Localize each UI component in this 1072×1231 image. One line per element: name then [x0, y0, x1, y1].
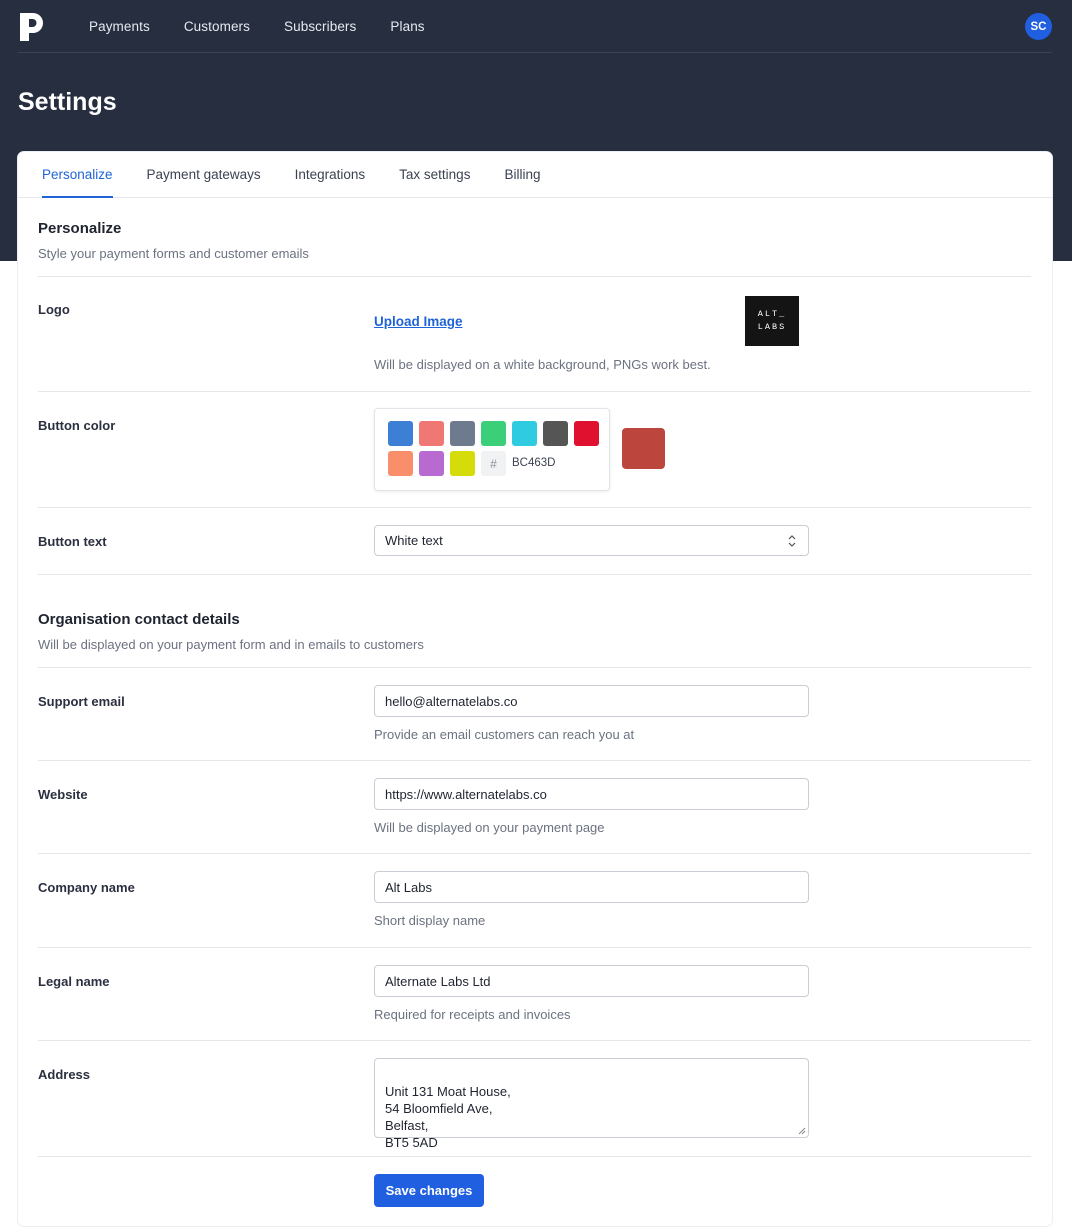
color-swatch[interactable]	[450, 421, 475, 446]
address-label: Address	[38, 1067, 91, 1082]
avatar[interactable]: SC	[1025, 13, 1052, 40]
support-email-help: Provide an email customers can reach you…	[374, 727, 635, 742]
divider	[38, 276, 1031, 277]
logo-field: Upload Image	[374, 313, 463, 331]
color-swatch[interactable]	[512, 421, 537, 446]
address-field: Unit 131 Moat House, 54 Bloomfield Ave, …	[374, 1058, 809, 1150]
personalize-header: Personalize Style your payment forms and…	[38, 220, 1031, 261]
logo-line: LABS	[757, 322, 787, 332]
color-swatch[interactable]	[419, 451, 444, 476]
website-input[interactable]: https://www.alternatelabs.co	[374, 778, 809, 810]
section-subtitle: Will be displayed on your payment form a…	[38, 637, 424, 652]
divider	[38, 667, 1031, 668]
settings-tabs: Personalize Payment gateways Integration…	[18, 152, 1052, 198]
top-nav: Payments Customers Subscribers Plans SC	[18, 0, 1052, 53]
resize-handle-icon[interactable]	[798, 1127, 806, 1135]
legal-name-label: Legal name	[38, 974, 110, 989]
support-email-label: Support email	[38, 694, 125, 709]
website-label: Website	[38, 787, 88, 802]
section-title: Personalize	[38, 220, 122, 237]
button-text-select[interactable]: White text	[374, 525, 809, 556]
legal-name-input[interactable]: Alternate Labs Ltd	[374, 965, 809, 997]
company-name-label: Company name	[38, 880, 135, 895]
nav-link-payments[interactable]: Payments	[89, 19, 150, 34]
button-text-field: White text	[374, 525, 809, 556]
chevron-up-down-icon	[788, 535, 796, 547]
company-name-help: Short display name	[374, 913, 486, 928]
tab-integrations[interactable]: Integrations	[295, 152, 366, 197]
nav-link-plans[interactable]: Plans	[390, 19, 424, 34]
divider	[38, 574, 1031, 575]
company-name-field: Alt Labs Short display name	[374, 871, 809, 928]
legal-name-field: Alternate Labs Ltd Required for receipts…	[374, 965, 809, 1022]
divider	[38, 391, 1031, 392]
hash-icon: #	[481, 451, 506, 476]
nav-link-customers[interactable]: Customers	[184, 19, 250, 34]
divider	[38, 1156, 1031, 1157]
p-logo-icon[interactable]	[20, 13, 44, 41]
color-swatch[interactable]	[543, 421, 568, 446]
company-name-input[interactable]: Alt Labs	[374, 871, 809, 903]
button-color-label: Button color	[38, 418, 116, 433]
color-swatch[interactable]	[481, 421, 506, 446]
button-text-label: Button text	[38, 534, 107, 549]
divider	[38, 947, 1031, 948]
tab-billing[interactable]: Billing	[504, 152, 540, 197]
logo-help: Will be displayed on a white background,…	[374, 357, 711, 372]
color-swatch[interactable]	[388, 421, 413, 446]
section-title: Organisation contact details	[38, 611, 240, 628]
hex-input[interactable]: BC463D	[512, 457, 555, 469]
nav-links: Payments Customers Subscribers Plans	[89, 0, 459, 53]
button-color-preview	[622, 428, 665, 469]
color-swatch[interactable]	[574, 421, 599, 446]
support-email-field: hello@alternatelabs.co Provide an email …	[374, 685, 809, 742]
color-swatch[interactable]	[388, 451, 413, 476]
tab-personalize[interactable]: Personalize	[42, 152, 113, 198]
website-help: Will be displayed on your payment page	[374, 820, 605, 835]
legal-name-help: Required for receipts and invoices	[374, 1007, 571, 1022]
contact-header: Organisation contact details Will be dis…	[38, 611, 1031, 652]
color-swatch[interactable]	[419, 421, 444, 446]
tab-tax-settings[interactable]: Tax settings	[399, 152, 470, 197]
settings-card: Personalize Payment gateways Integration…	[18, 152, 1052, 1226]
address-value: Unit 131 Moat House, 54 Bloomfield Ave, …	[385, 1084, 511, 1150]
address-textarea[interactable]: Unit 131 Moat House, 54 Bloomfield Ave, …	[374, 1058, 809, 1150]
divider	[38, 507, 1031, 508]
support-email-input[interactable]: hello@alternatelabs.co	[374, 685, 809, 717]
select-value: White text	[385, 533, 443, 548]
divider	[38, 760, 1031, 761]
section-subtitle: Style your payment forms and customer em…	[38, 246, 309, 261]
save-changes-button[interactable]: Save changes	[374, 1174, 484, 1207]
color-swatch[interactable]	[450, 451, 475, 476]
tab-payment-gateways[interactable]: Payment gateways	[147, 152, 261, 197]
divider	[38, 1040, 1031, 1041]
logo-line: ALT_	[757, 309, 787, 319]
website-field: https://www.alternatelabs.co Will be dis…	[374, 778, 809, 835]
logo-label: Logo	[38, 302, 70, 317]
nav-link-subscribers[interactable]: Subscribers	[284, 19, 356, 34]
upload-image-link[interactable]: Upload Image	[374, 314, 463, 329]
color-picker: # BC463D	[374, 408, 610, 491]
page-title: Settings	[18, 88, 117, 116]
logo-preview: ALT_ LABS	[745, 296, 799, 346]
divider	[38, 853, 1031, 854]
